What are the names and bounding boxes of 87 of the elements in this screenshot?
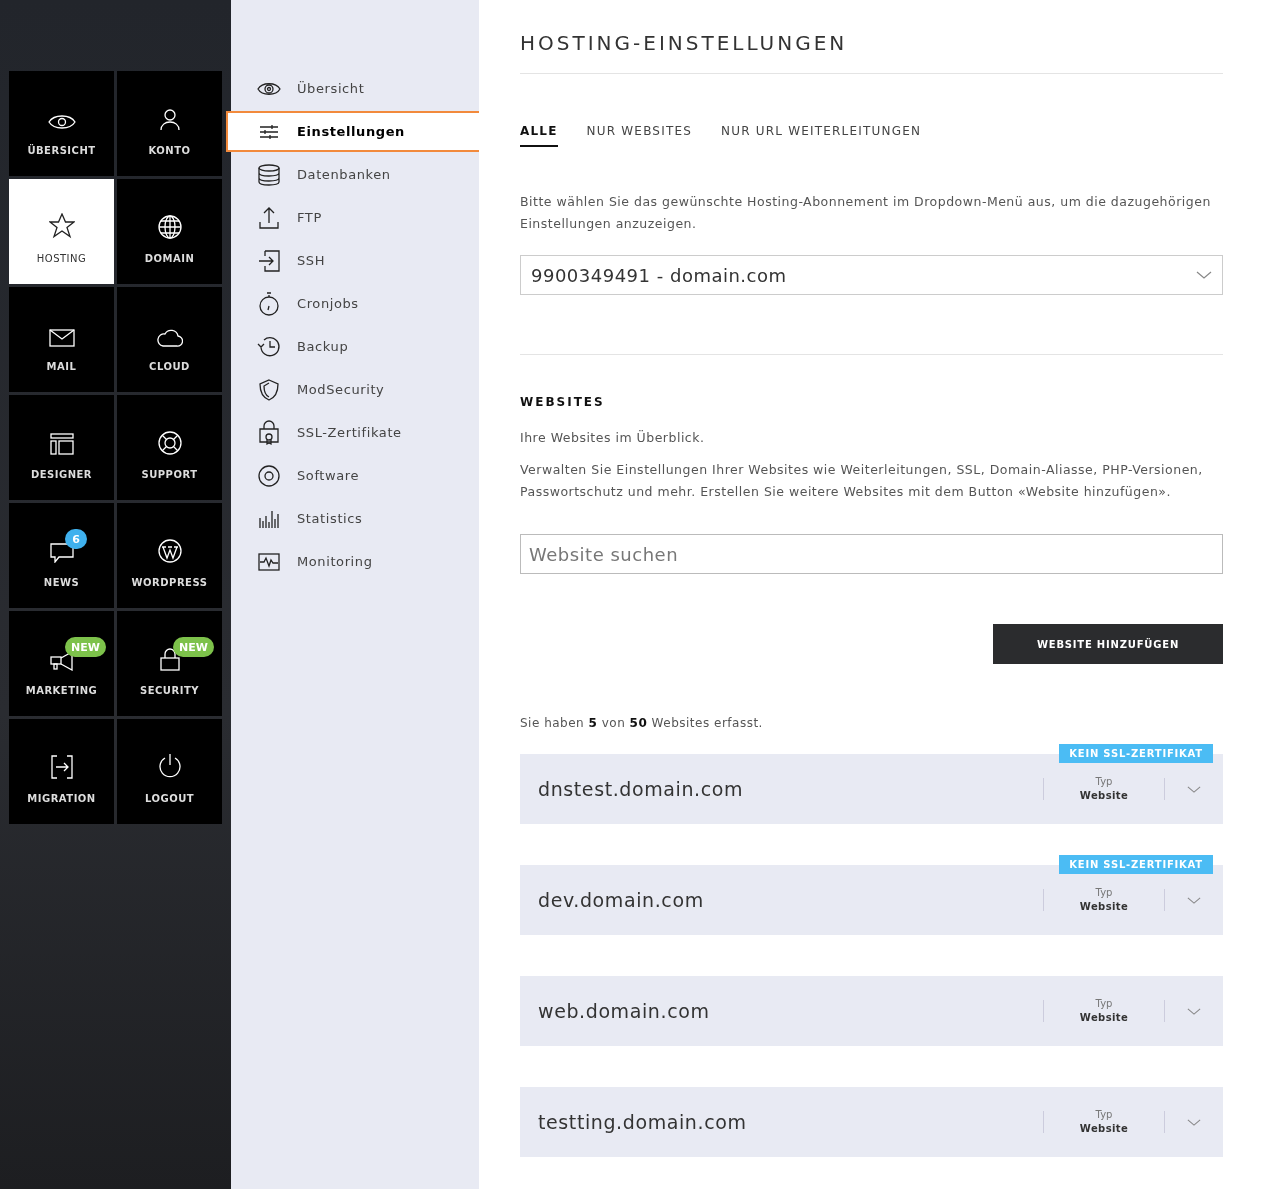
nav-tile-icon	[157, 753, 182, 779]
nav-tile[interactable]: MIGRATION	[9, 719, 114, 824]
sub-nav-icon	[257, 123, 281, 140]
nav-tile[interactable]: NEW MARKETING	[9, 611, 114, 716]
sub-nav-item[interactable]: ModSecurity	[231, 369, 479, 410]
chevron-down-icon	[1187, 785, 1201, 793]
section-description: Verwalten Sie Einstellungen Ihrer Websites wie Weiterleitungen, SSL, Domain-Aliasse, PHP-Versionen, Passwortschutz und mehr. Erstellen Sie weitere Websites mit dem Button «Website hinzufügen».	[520, 461, 1204, 501]
sub-nav-item[interactable]: Monitoring	[231, 541, 479, 582]
nav-tile-icon	[48, 213, 75, 239]
sub-nav-item[interactable]: Backup	[231, 326, 479, 367]
sub-nav-item[interactable]: SSL-Zertifikate	[231, 412, 479, 453]
nav-tile-icon	[156, 327, 183, 347]
chevron-down-icon	[1187, 1007, 1201, 1015]
nav-tile[interactable]: LOGOUT	[117, 719, 222, 824]
intro-text: Bitte wählen Sie das gewünschte Hosting-Abonnement im Dropdown-Menü aus, um die dazugehörigen Einstellungen anzuzeigen.	[520, 193, 1212, 233]
nav-tile[interactable]: DESIGNER	[9, 395, 114, 500]
nav-tile[interactable]: ÜBERSICHT	[9, 71, 114, 176]
nav-tile[interactable]: NEW SECURITY	[117, 611, 222, 716]
sub-nav-icon	[257, 552, 281, 571]
section-heading: WEBSITES	[520, 395, 606, 409]
type-label: Typ	[1095, 886, 1113, 900]
sub-nav-icon	[257, 419, 281, 446]
nav-tile-icon	[157, 539, 182, 563]
add-website-button[interactable]: WEBSITE HINZUFÜGEN	[993, 624, 1223, 664]
website-card[interactable]: testting.domain.com Typ Website	[520, 1087, 1223, 1157]
nav-tile-icon	[49, 541, 74, 563]
nav-tile[interactable]: DOMAIN	[117, 179, 222, 284]
sub-nav-item[interactable]: Software	[231, 455, 479, 496]
ssl-status-badge: KEIN SSL-ZERTIFIKAT	[1059, 744, 1213, 763]
website-name: testting.domain.com	[538, 1111, 748, 1133]
sub-nav-icon	[257, 291, 281, 316]
nav-tile[interactable]: CLOUD	[117, 287, 222, 392]
filter-tab[interactable]: ALLE	[520, 124, 558, 147]
nav-tile-icon	[47, 113, 76, 131]
nav-tile[interactable]: SUPPORT	[117, 395, 222, 500]
website-name: dev.domain.com	[538, 889, 705, 911]
website-search-field[interactable]: Website suchen	[520, 534, 1223, 574]
page-title: HOSTING-EINSTELLUNGEN	[520, 0, 1223, 74]
new-badge: NEW	[65, 637, 106, 657]
chevron-down-icon	[1187, 896, 1201, 904]
chevron-down-icon	[1196, 271, 1212, 279]
nav-tile-icon	[48, 329, 75, 347]
sub-nav-icon	[257, 163, 281, 186]
type-label: Typ	[1095, 1108, 1113, 1122]
sub-nav-icon	[257, 206, 281, 229]
new-badge: NEW	[173, 637, 214, 657]
nav-tile[interactable]: HOSTING	[9, 179, 114, 284]
type-value: Website	[1079, 1122, 1129, 1136]
website-name: dnstest.domain.com	[538, 778, 745, 800]
nav-tile[interactable]: WORDPRESS	[117, 503, 222, 608]
sub-nav-icon	[257, 378, 281, 401]
type-label: Typ	[1095, 997, 1113, 1011]
nav-tile-icon	[159, 109, 180, 131]
filter-tab[interactable]: NUR WEBSITES	[586, 124, 693, 147]
sub-nav-item[interactable]: FTP	[231, 197, 479, 238]
section-subtitle: Ihre Websites im Überblick.	[520, 429, 706, 447]
type-value: Website	[1079, 900, 1129, 914]
nav-tile[interactable]: 6 NEWS	[9, 503, 114, 608]
type-label: Typ	[1095, 775, 1113, 789]
sub-nav-icon	[257, 80, 281, 97]
nav-tile-icon	[159, 647, 180, 671]
nav-tile-icon	[157, 215, 182, 239]
sub-nav-item[interactable]: Übersicht	[231, 68, 479, 109]
nav-tile[interactable]: KONTO	[117, 71, 222, 176]
subscription-dropdown[interactable]: 9900349491 - domain.com	[520, 255, 1223, 295]
sub-nav-icon	[257, 249, 281, 272]
website-name: web.domain.com	[538, 1000, 711, 1022]
filter-tab[interactable]: NUR URL WEITERLEITUNGEN	[721, 124, 922, 147]
sub-nav-icon	[257, 464, 281, 487]
count-badge: 6	[65, 529, 87, 549]
nav-tile-icon	[49, 651, 74, 671]
ssl-status-badge: KEIN SSL-ZERTIFIKAT	[1059, 855, 1213, 874]
nav-tile[interactable]: MAIL	[9, 287, 114, 392]
type-value: Website	[1079, 789, 1129, 803]
type-value: Website	[1079, 1011, 1129, 1025]
website-card[interactable]: web.domain.com Typ Website	[520, 976, 1223, 1046]
sub-nav-icon	[257, 335, 281, 358]
website-count-text: Sie haben 5 von 50 Websites erfasst.	[520, 716, 764, 730]
sub-nav-item[interactable]: SSH	[231, 240, 479, 281]
nav-tile-icon	[49, 433, 74, 455]
nav-tile-icon	[50, 755, 73, 779]
chevron-down-icon	[1187, 1118, 1201, 1126]
nav-tile-icon	[157, 431, 182, 455]
sub-nav-item[interactable]: Datenbanken	[231, 154, 479, 195]
sub-nav-item[interactable]: Cronjobs	[231, 283, 479, 324]
sub-nav-icon	[257, 509, 281, 528]
sub-nav-item[interactable]: Statistics	[231, 498, 479, 539]
